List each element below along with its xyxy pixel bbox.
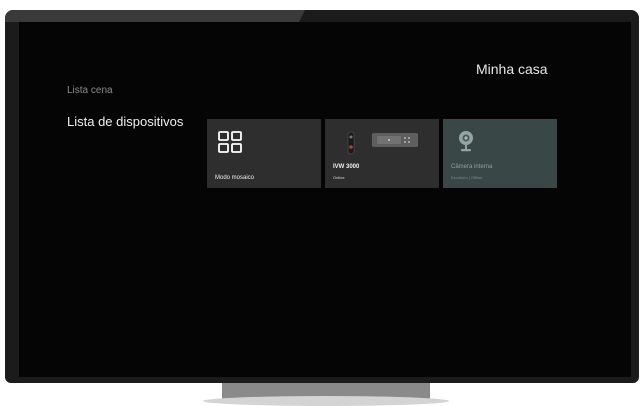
device-card-title: Modo mosaico xyxy=(215,175,255,181)
tv-frame-gloss xyxy=(5,10,305,22)
tv-screen: Minha casa Lista cena Lista de dispositi… xyxy=(19,22,631,377)
device-card-mosaic-mode[interactable]: Modo mosaico xyxy=(207,119,321,188)
indoor-camera-icon xyxy=(459,131,473,152)
mosaic-grid-icon xyxy=(218,131,242,153)
device-card-title: Câmera interna xyxy=(451,164,493,170)
indoor-monitor-icon xyxy=(372,133,418,147)
tv-stand-base xyxy=(203,396,449,406)
device-card-status: Online xyxy=(333,175,345,180)
menu-item-scene-list[interactable]: Lista cena xyxy=(67,85,113,96)
device-card-indoor-camera[interactable]: Câmera interna Escritório | Offline xyxy=(443,119,557,188)
video-doorbell-icon xyxy=(347,131,355,155)
menu-item-device-list[interactable]: Lista de dispositivos xyxy=(67,114,183,129)
tv-frame: Minha casa Lista cena Lista de dispositi… xyxy=(5,10,639,383)
home-title: Minha casa xyxy=(476,61,548,77)
device-card-status: Escritório | Offline xyxy=(451,175,483,180)
device-card-ivw-3000[interactable]: IVW 3000 Online xyxy=(325,119,439,188)
device-card-title: IVW 3000 xyxy=(333,164,360,170)
